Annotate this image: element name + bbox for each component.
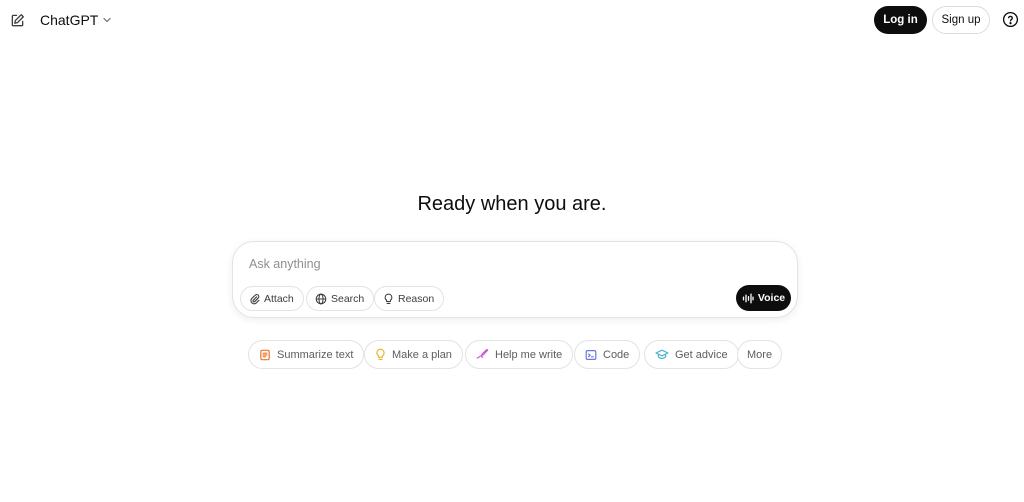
page-title: Ready when you are.	[417, 193, 607, 215]
voice-button[interactable]: Voice	[736, 285, 791, 311]
suggestion-summarize-text[interactable]: Summarize text	[248, 340, 365, 369]
help-button[interactable]	[1002, 11, 1019, 28]
suggestion-get-advice[interactable]: Get advice	[644, 340, 739, 369]
chip-label: Get advice	[675, 348, 728, 361]
lightbulb-icon	[375, 348, 386, 361]
lightbulb-icon	[383, 293, 394, 305]
suggestion-code[interactable]: Code	[574, 340, 641, 369]
signup-button[interactable]: Sign up	[932, 6, 990, 34]
chip-label: Help me write	[495, 348, 563, 361]
reason-label: Reason	[398, 292, 435, 305]
chip-label: Make a plan	[392, 348, 452, 361]
suggestion-more[interactable]: More	[737, 340, 783, 369]
attach-label: Attach	[264, 292, 294, 305]
model-selector[interactable]: ChatGPT	[40, 10, 112, 30]
graduation-cap-icon	[655, 349, 669, 360]
model-name: ChatGPT	[40, 12, 99, 28]
search-label: Search	[331, 292, 365, 305]
top-bar: ChatGPT Log in Sign up	[0, 0, 1024, 40]
voice-label: Voice	[757, 292, 786, 304]
search-button[interactable]: Search	[306, 286, 375, 311]
pen-icon	[476, 349, 489, 360]
help-circle-icon	[1002, 11, 1019, 28]
terminal-icon	[585, 349, 597, 361]
edit-icon	[11, 13, 24, 26]
globe-icon	[315, 293, 327, 305]
attach-button[interactable]: Attach	[240, 286, 304, 311]
composer: Attach Search Reason Voice	[232, 241, 798, 318]
chip-label: Code	[603, 348, 630, 361]
prompt-input[interactable]	[247, 254, 777, 274]
chip-label: More	[747, 348, 773, 361]
login-button[interactable]: Log in	[874, 6, 927, 34]
chip-label: Summarize text	[277, 348, 354, 361]
suggestion-help-me-write[interactable]: Help me write	[465, 340, 574, 369]
chevron-down-icon	[103, 17, 111, 23]
paperclip-icon	[249, 293, 260, 305]
new-chat-button[interactable]	[6, 9, 28, 31]
reason-button[interactable]: Reason	[374, 286, 445, 311]
document-icon	[259, 349, 271, 361]
waveform-icon	[742, 293, 754, 304]
suggestion-make-a-plan[interactable]: Make a plan	[364, 340, 463, 369]
